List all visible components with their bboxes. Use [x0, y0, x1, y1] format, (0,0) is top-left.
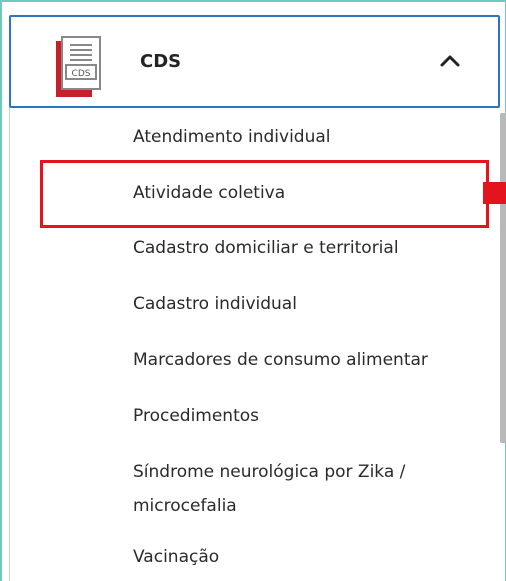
menu-item-vacinacao[interactable]: Vacinação [133, 540, 483, 574]
menu-item-atendimento-individual[interactable]: Atendimento individual [133, 120, 483, 154]
menu-item-sindrome-zika-line2: microcefalia [133, 496, 237, 516]
cds-icon-label: CDS [72, 69, 91, 79]
cds-document-icon: CDS [56, 36, 101, 97]
cds-menu-header[interactable]: CDS CDS [9, 15, 500, 108]
menu-item-procedimentos[interactable]: Procedimentos [133, 399, 483, 433]
highlight-box [40, 160, 489, 228]
menu-item-cadastro-individual[interactable]: Cadastro individual [133, 287, 483, 321]
cds-header-title: CDS [140, 51, 182, 72]
menu-item-cadastro-domiciliar[interactable]: Cadastro domiciliar e territorial [133, 231, 483, 265]
chevron-up-icon[interactable] [436, 50, 464, 72]
menu-item-sindrome-zika-line1: Síndrome neurológica por Zika / [133, 462, 406, 482]
panel-left-edge [9, 108, 10, 581]
scrollbar-thumb[interactable] [500, 113, 506, 443]
highlight-marker [483, 182, 506, 204]
menu-item-sindrome-zika[interactable]: Síndrome neurológica por Zika / microcef… [133, 455, 483, 523]
menu-item-marcadores-consumo[interactable]: Marcadores de consumo alimentar [133, 343, 483, 377]
